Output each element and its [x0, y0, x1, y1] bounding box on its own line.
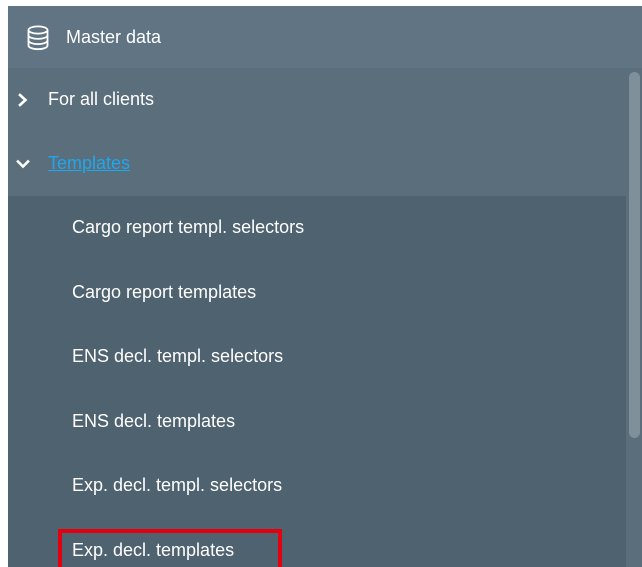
scrollbar-thumb[interactable]	[629, 72, 640, 438]
submenu-item-label: Cargo report templ. selectors	[72, 217, 305, 237]
submenu-item-label: ENS decl. templates	[72, 411, 236, 431]
database-icon	[27, 25, 49, 51]
highlight-box	[58, 529, 282, 567]
panel-title: Master data	[66, 27, 162, 47]
menu-item-templates[interactable]: Templates	[8, 132, 626, 196]
chevron-right-icon	[18, 93, 28, 107]
menu-item-label: For all clients	[48, 89, 155, 109]
templates-submenu: Cargo report templ. selectors Cargo repo…	[8, 196, 626, 567]
menu-item-for-all-clients[interactable]: For all clients	[8, 68, 626, 132]
submenu-item-label: Cargo report templates	[72, 282, 257, 302]
master-data-panel: Master data For all clients Templates Ca…	[8, 6, 642, 567]
submenu-item-ens-decl-templ-selectors[interactable]: ENS decl. templ. selectors	[8, 325, 626, 389]
chevron-down-icon	[16, 159, 30, 169]
submenu-item-label: ENS decl. templ. selectors	[72, 346, 284, 366]
submenu-item-exp-decl-templ-selectors[interactable]: Exp. decl. templ. selectors	[8, 454, 626, 518]
submenu-item-cargo-report-templ-selectors[interactable]: Cargo report templ. selectors	[8, 196, 626, 260]
submenu-item-cargo-report-templates[interactable]: Cargo report templates	[8, 261, 626, 325]
submenu-item-ens-decl-templates[interactable]: ENS decl. templates	[8, 390, 626, 454]
submenu-item-label: Exp. decl. templ. selectors	[72, 475, 283, 495]
scrollbar[interactable]	[626, 68, 642, 567]
panel-header: Master data	[8, 6, 642, 68]
menu-item-label[interactable]: Templates	[48, 152, 130, 174]
